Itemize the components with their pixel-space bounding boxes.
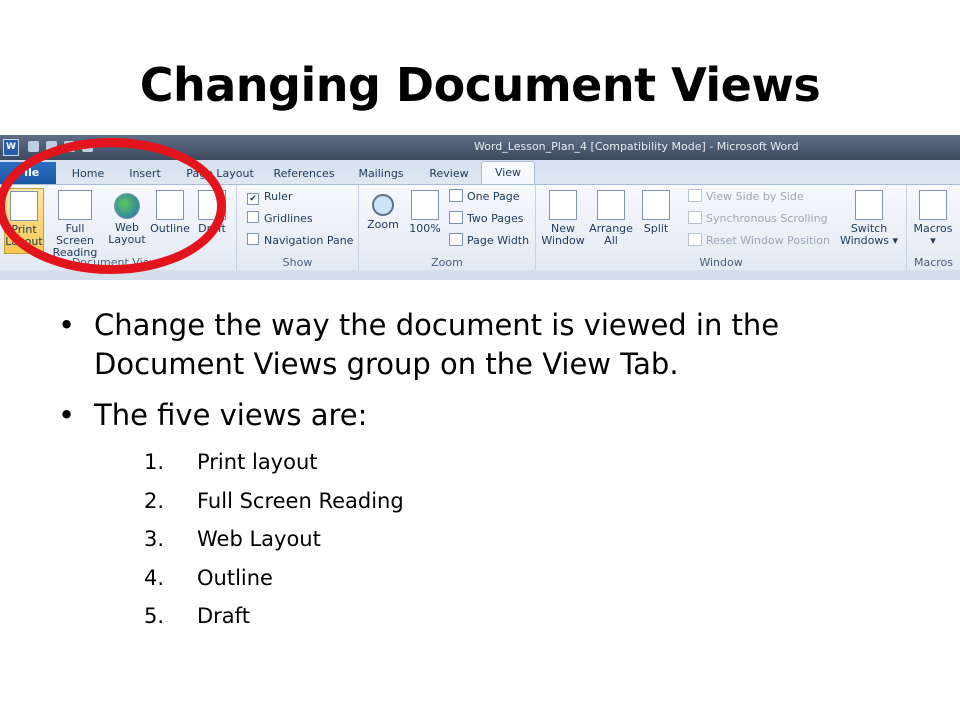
bullet-list: • Change the way the document is viewed i…	[58, 306, 938, 447]
view-side-by-side-label: View Side by Side	[706, 190, 804, 203]
list-item: 4. Outline	[144, 563, 404, 602]
slide-title: Changing Document Views	[139, 58, 821, 112]
two-pages-button[interactable]: Two Pages	[449, 210, 523, 228]
navigation-pane-label: Navigation Pane	[264, 234, 354, 247]
list-number: 5.	[144, 604, 165, 628]
side-by-side-icon	[688, 189, 702, 202]
view-side-by-side-button[interactable]: View Side by Side	[688, 188, 804, 206]
macros-label: Macros ▾	[913, 222, 953, 247]
macros-group: Macros ▾ Macros	[907, 185, 960, 271]
bullet-text: The five views are:	[94, 398, 368, 432]
zoom-label: Zoom	[367, 218, 399, 231]
list-number: 1.	[144, 450, 165, 474]
split-button[interactable]: Split	[636, 188, 676, 254]
magnifier-icon	[372, 194, 394, 216]
navigation-pane-checkbox[interactable]: Navigation Pane	[247, 232, 353, 250]
reset-window-position-button[interactable]: Reset Window Position	[688, 232, 830, 250]
bullet-text: Change the way the document is viewed in…	[94, 308, 780, 381]
one-page-icon	[449, 189, 463, 202]
list-item: 5. Draft	[144, 601, 404, 640]
list-label: Outline	[197, 565, 273, 590]
list-item: 1. Print layout	[144, 447, 404, 486]
word-app-icon[interactable]: W	[3, 139, 19, 156]
bullet-item: • The five views are:	[58, 396, 938, 435]
new-window-icon	[549, 190, 577, 220]
window-title: Word_Lesson_Plan_4 [Compatibility Mode] …	[474, 140, 799, 153]
tab-mailings[interactable]: Mailings	[352, 164, 410, 184]
bullet-dot: •	[58, 398, 76, 432]
list-number: 4.	[144, 565, 165, 590]
zoom-group-label: Zoom	[431, 256, 463, 269]
zoom-100-label: 100%	[409, 222, 441, 235]
zoom-button[interactable]: Zoom	[363, 188, 403, 254]
sync-scroll-icon	[688, 211, 702, 224]
red-highlight-circle	[0, 138, 226, 274]
window-group: New Window Arrange All Split View Side b…	[536, 185, 907, 271]
list-item: 2. Full Screen Reading	[144, 486, 404, 525]
synchronous-scrolling-button[interactable]: Synchronous Scrolling	[688, 210, 828, 228]
ruler-label: Ruler	[264, 190, 293, 203]
bullet-dot: •	[58, 308, 76, 342]
bullet-item: • Change the way the document is viewed i…	[58, 306, 938, 384]
new-window-label: New Window	[541, 222, 585, 247]
tab-view[interactable]: View	[481, 161, 535, 185]
gridlines-label: Gridlines	[264, 212, 313, 225]
new-window-button[interactable]: New Window	[540, 188, 586, 254]
tab-references[interactable]: References	[270, 164, 338, 184]
tab-review[interactable]: Review	[424, 164, 474, 184]
list-label: Print layout	[197, 450, 318, 474]
one-page-label: One Page	[467, 190, 520, 203]
reset-window-icon	[688, 233, 702, 246]
page-100-icon	[411, 190, 439, 220]
ruler-checkbox[interactable]: ✔ Ruler	[247, 188, 292, 206]
page-width-label: Page Width	[467, 234, 530, 247]
two-pages-icon	[449, 211, 463, 224]
two-pages-label: Two Pages	[467, 212, 524, 225]
save-icon[interactable]	[28, 141, 39, 152]
list-label: Web Layout	[197, 527, 321, 551]
list-label: Full Screen Reading	[197, 488, 404, 513]
switch-windows-button[interactable]: Switch Windows ▾	[836, 188, 902, 254]
macros-group-label: Macros	[913, 256, 954, 269]
list-item: 3. Web Layout	[144, 524, 404, 563]
arrange-all-label: Arrange All	[589, 222, 633, 247]
list-label: Draft	[197, 604, 250, 628]
arrange-all-icon	[597, 190, 625, 220]
checked-checkbox-icon: ✔	[247, 193, 259, 205]
synchronous-scrolling-label: Synchronous Scrolling	[706, 212, 828, 225]
list-number: 2.	[144, 488, 165, 513]
gridlines-checkbox[interactable]: Gridlines	[247, 210, 313, 228]
zoom-100-button[interactable]: 100%	[405, 188, 445, 254]
switch-windows-icon	[855, 190, 883, 220]
page-width-icon	[449, 233, 463, 246]
split-label: Split	[643, 222, 669, 235]
page-width-button[interactable]: Page Width	[449, 232, 529, 250]
window-group-label: Window	[699, 256, 743, 269]
arrange-all-button[interactable]: Arrange All	[588, 188, 634, 254]
unchecked-checkbox-icon	[247, 211, 259, 223]
switch-windows-label: Switch Windows ▾	[839, 222, 899, 247]
show-group-label: Show	[282, 256, 313, 269]
zoom-group: Zoom 100% One Page Two Pages Page Width …	[359, 185, 536, 271]
unchecked-checkbox-icon	[247, 233, 259, 245]
ruler-strip	[0, 270, 960, 280]
split-icon	[642, 190, 670, 220]
macros-button[interactable]: Macros ▾	[911, 188, 955, 254]
reset-window-position-label: Reset Window Position	[706, 234, 830, 247]
one-page-button[interactable]: One Page	[449, 188, 520, 206]
show-group: ✔ Ruler Gridlines Navigation Pane Show	[237, 185, 359, 271]
views-numbered-list: 1. Print layout 2. Full Screen Reading 3. W…	[144, 447, 404, 640]
list-number: 3.	[144, 527, 165, 551]
macros-icon	[919, 190, 947, 220]
